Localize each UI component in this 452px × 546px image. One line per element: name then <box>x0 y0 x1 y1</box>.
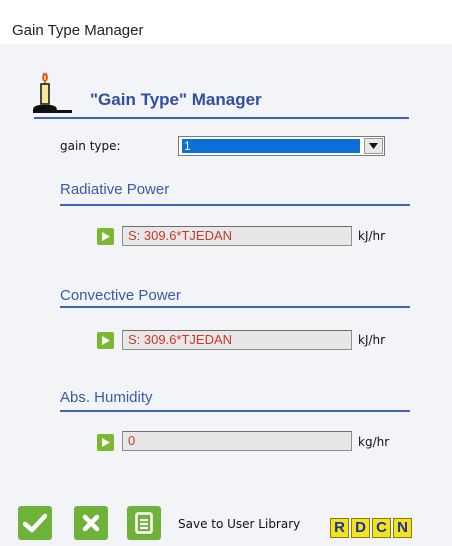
section-title-convective: Convective Power <box>60 287 181 304</box>
save-to-library-label: Save to User Library <box>178 517 301 531</box>
document-icon <box>135 512 153 534</box>
d-button[interactable]: D <box>351 518 370 538</box>
title-underline <box>34 117 409 119</box>
section-title-radiative: Radiative Power <box>60 181 170 198</box>
radiative-power-unit: kJ/hr <box>358 229 386 243</box>
candle-icon <box>33 72 72 113</box>
abs-humidity-field[interactable]: 0 <box>122 431 352 451</box>
section-divider <box>60 410 410 412</box>
gain-type-label: gain type: <box>60 139 121 153</box>
save-button[interactable] <box>127 506 161 540</box>
chevron-down-icon <box>369 143 378 149</box>
cancel-button[interactable] <box>74 506 108 540</box>
r-button[interactable]: R <box>330 518 349 538</box>
gain-type-value: 1 <box>182 139 360 153</box>
convective-power-unit: kJ/hr <box>358 333 386 347</box>
manager-title: "Gain Type" Manager <box>90 90 262 109</box>
c-button[interactable]: C <box>372 518 391 538</box>
abs-humidity-unit: kg/hr <box>358 435 390 449</box>
section-divider <box>60 306 410 308</box>
n-button[interactable]: N <box>393 518 412 538</box>
gain-type-select[interactable]: 1 <box>178 136 385 156</box>
play-icon[interactable] <box>97 228 114 245</box>
play-icon[interactable] <box>97 434 114 451</box>
section-title-humidity: Abs. Humidity <box>60 389 153 406</box>
close-icon <box>82 514 100 532</box>
radiative-power-field[interactable]: S: 309.6*TJEDAN <box>122 226 352 246</box>
window-title: Gain Type Manager <box>12 22 144 39</box>
play-icon[interactable] <box>97 332 114 349</box>
ok-button[interactable] <box>18 506 52 540</box>
dropdown-button[interactable] <box>364 138 383 154</box>
convective-power-field[interactable]: S: 309.6*TJEDAN <box>122 330 352 350</box>
checkmark-icon <box>23 513 47 533</box>
section-divider <box>60 204 410 206</box>
